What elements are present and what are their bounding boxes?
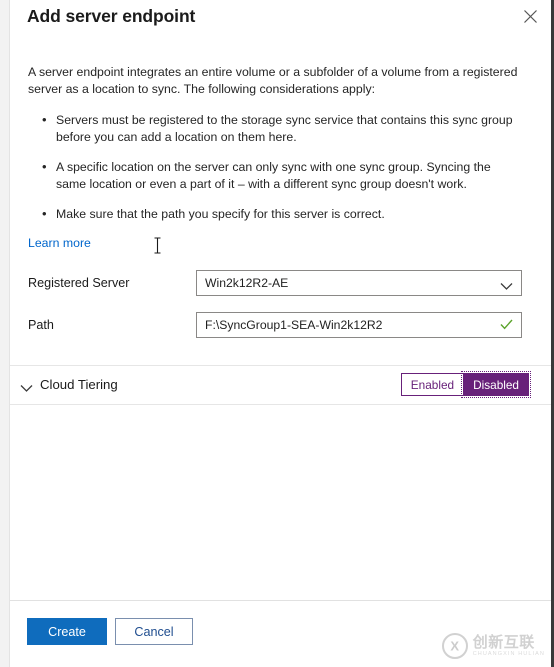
- intro-text: A server endpoint integrates an entire v…: [28, 65, 518, 96]
- chevron-down-icon: [500, 278, 513, 296]
- cloud-tiering-enabled-option[interactable]: Enabled: [400, 373, 464, 396]
- checkmark-icon: [500, 318, 513, 332]
- registered-server-label: Registered Server: [28, 276, 130, 290]
- cancel-button[interactable]: Cancel: [115, 618, 193, 645]
- chevron-down-icon[interactable]: [20, 380, 33, 398]
- screen-root: Add server endpoint A server endpoint in…: [0, 0, 554, 667]
- add-server-endpoint-blade: Add server endpoint A server endpoint in…: [10, 0, 551, 667]
- list-item: A specific location on the server can on…: [42, 158, 533, 193]
- learn-more-link[interactable]: Learn more: [28, 235, 91, 251]
- cloud-tiering-section[interactable]: Cloud Tiering Enabled Disabled: [10, 365, 551, 405]
- path-value: F:\SyncGroup1-SEA-Win2k12R2: [205, 318, 383, 332]
- watermark-text: 创新互联 CHUANGXIN HULIAN: [472, 632, 545, 658]
- cloud-tiering-content-area: [10, 405, 551, 600]
- blade-body: A server endpoint integrates an entire v…: [10, 48, 551, 600]
- blade-header: Add server endpoint: [10, 0, 551, 48]
- registered-server-value: Win2k12R2-AE: [205, 276, 289, 290]
- registered-server-row: Registered Server Win2k12R2-AE: [28, 270, 551, 304]
- create-button[interactable]: Create: [27, 618, 107, 645]
- path-row: Path F:\SyncGroup1-SEA-Win2k12R2: [28, 312, 551, 346]
- watermark-pinyin: CHUANGXIN HULIAN: [472, 650, 545, 657]
- text-cursor: [153, 237, 162, 254]
- page-left-edge: [0, 0, 10, 667]
- watermark-name: 创新互联: [472, 632, 535, 651]
- considerations-list: Servers must be registered to the storag…: [28, 111, 533, 223]
- path-label: Path: [28, 318, 54, 332]
- blade-footer: Create Cancel 创新互联 CHUANGXIN HULIAN: [10, 600, 551, 667]
- path-input[interactable]: F:\SyncGroup1-SEA-Win2k12R2: [196, 312, 522, 338]
- cloud-tiering-toggle[interactable]: Enabled Disabled: [400, 371, 531, 398]
- registered-server-dropdown[interactable]: Win2k12R2-AE: [196, 270, 522, 296]
- close-button[interactable]: [515, 2, 545, 30]
- list-item: Servers must be registered to the storag…: [42, 111, 533, 146]
- cloud-tiering-title: Cloud Tiering: [40, 377, 118, 392]
- page-title: Add server endpoint: [27, 6, 196, 26]
- watermark: 创新互联 CHUANGXIN HULIAN: [441, 632, 545, 659]
- list-item: Make sure that the path you specify for …: [42, 205, 533, 223]
- watermark-logo-icon: [441, 633, 468, 659]
- cloud-tiering-disabled-option[interactable]: Disabled: [461, 371, 531, 398]
- close-icon: [523, 9, 538, 24]
